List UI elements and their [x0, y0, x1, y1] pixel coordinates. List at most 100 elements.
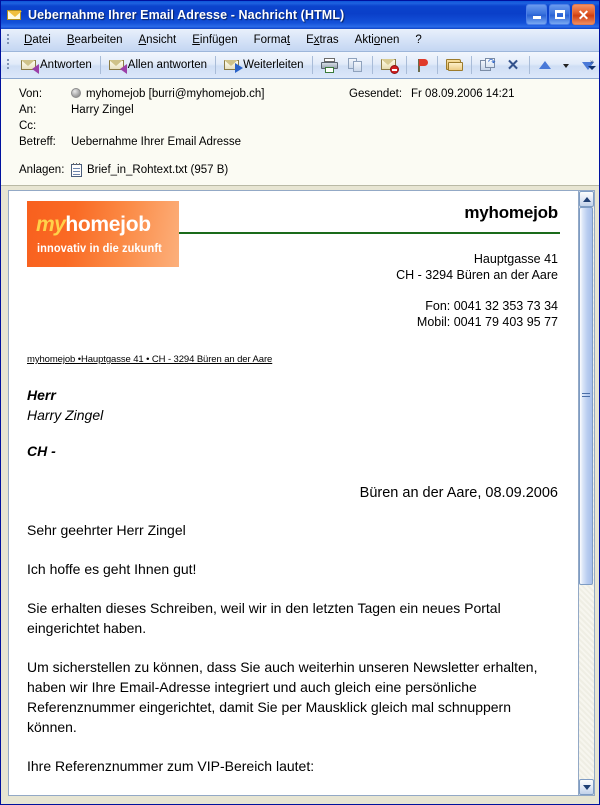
- recipient-name: Harry Zingel: [27, 407, 104, 423]
- mail-envelope-icon: [6, 7, 22, 23]
- flag-icon: [415, 58, 429, 73]
- reply-all-label: Allen antworten: [127, 59, 208, 71]
- logo-tagline: innovativ in die zukunft: [37, 241, 162, 255]
- toolbar-gripper[interactable]: [4, 57, 13, 73]
- toolbar-separator: [470, 56, 472, 74]
- toolbar-separator: [436, 56, 438, 74]
- sent-row: Gesendet: Fr 08.09.2006 14:21: [349, 88, 515, 100]
- flag-button[interactable]: [410, 54, 434, 76]
- menu-bar: Datei Bearbeiten Ansicht Einfügen Format…: [1, 29, 599, 52]
- company-address: Hauptgasse 41 CH - 3294 Büren an der Aar…: [179, 251, 560, 283]
- attachment-name[interactable]: Brief_in_Rohtext.txt (957 B): [87, 164, 228, 176]
- previous-item-icon: [538, 59, 552, 72]
- presence-icon: [71, 88, 81, 98]
- toolbar-separator: [405, 56, 407, 74]
- logo-word-my: my: [36, 213, 66, 236]
- reply-all-icon: [108, 58, 127, 74]
- toolbar-separator: [528, 56, 530, 74]
- toolbar: Antworten Allen antworten Weiterleiten ↷…: [1, 52, 599, 79]
- letterhead-right: myhomejob Hauptgasse 41 CH - 3294 Büren …: [179, 201, 560, 330]
- from-value[interactable]: myhomejob [burri@myhomejob.ch]: [71, 88, 265, 100]
- letter-paragraph: Ihre Referenznummer zum VIP-Bereich laut…: [27, 758, 315, 774]
- vertical-scrollbar[interactable]: [579, 190, 595, 796]
- menu-einfuegen[interactable]: Einfügen: [184, 31, 245, 49]
- menu-aktionen[interactable]: Aktionen: [347, 31, 408, 49]
- reply-label: Antworten: [40, 59, 92, 71]
- reply-all-button[interactable]: Allen antworten: [104, 54, 212, 76]
- move-to-folder-icon: ↷: [479, 57, 496, 73]
- chevron-down-icon: [562, 64, 569, 68]
- scroll-up-button[interactable]: [579, 191, 594, 207]
- recipient-salutation: Herr: [27, 387, 56, 403]
- reply-button[interactable]: Antworten: [16, 54, 97, 76]
- toolbar-overflow-button[interactable]: »: [586, 54, 598, 76]
- print-button[interactable]: [316, 54, 343, 76]
- return-address-line: myhomejob •Hauptgasse 41 • CH - 3294 Bür…: [27, 354, 273, 365]
- address-line-1: Hauptgasse 41: [473, 252, 558, 266]
- copy-button[interactable]: [343, 54, 369, 76]
- message-body-area: myhomejob innovativ in die zukunft myhom…: [1, 186, 599, 800]
- phone-line-2: Mobil: 0041 79 403 95 77: [416, 315, 558, 329]
- menu-datei[interactable]: Datei: [16, 31, 59, 49]
- window-title: Uebernahme Ihrer Email Adresse - Nachric…: [28, 8, 345, 22]
- copy-icon: [347, 57, 364, 73]
- toolbar-separator: [215, 56, 217, 74]
- letter-paragraph: Um sicherstellen zu können, dass Sie auc…: [27, 659, 538, 735]
- menu-help[interactable]: ?: [407, 31, 429, 49]
- letterhead: myhomejob innovativ in die zukunft myhom…: [27, 201, 560, 330]
- recipient-block: Herr Harry Zingel: [27, 385, 560, 425]
- cc-row: Cc:: [19, 120, 599, 136]
- brand-name: myhomejob: [464, 203, 558, 222]
- toolbar-separator: [311, 56, 313, 74]
- letter-paragraph: Sehr geehrter Herr Zingel: [27, 522, 186, 538]
- minimize-button[interactable]: [526, 4, 547, 25]
- subject-value: Uebernahme Ihrer Email Adresse: [71, 136, 242, 148]
- letter-paragraph: Sie erhalten dieses Schreiben, weil wir …: [27, 600, 501, 636]
- address-line-2: CH - 3294 Büren an der Aare: [396, 268, 558, 282]
- attachments-label: Anlagen:: [19, 164, 65, 176]
- print-icon: [320, 57, 338, 73]
- sent-value: Fr 08.09.2006 14:21: [411, 88, 515, 100]
- green-rule: [179, 232, 560, 234]
- forward-button[interactable]: Weiterleiten: [219, 54, 309, 76]
- scrollbar-thumb[interactable]: [579, 207, 593, 585]
- maximize-button[interactable]: [549, 4, 570, 25]
- status-strip: [1, 800, 599, 804]
- delete-button[interactable]: ✕: [501, 54, 526, 76]
- from-text: myhomejob [burri@myhomejob.ch]: [86, 88, 265, 100]
- forward-icon: [224, 58, 244, 73]
- menu-format[interactable]: Format: [246, 31, 298, 49]
- open-folder-icon: [445, 58, 463, 72]
- previous-item-button[interactable]: [533, 54, 557, 76]
- scroll-down-button[interactable]: [579, 779, 594, 795]
- cc-label: Cc:: [19, 120, 37, 132]
- block-sender-button[interactable]: [376, 54, 403, 76]
- delete-icon: ✕: [506, 56, 520, 74]
- scrollbar-track[interactable]: [579, 207, 594, 779]
- logo-word-homejob: homejob: [65, 213, 151, 236]
- window-controls: ✕: [526, 4, 595, 25]
- myhomejob-logo: myhomejob innovativ in die zukunft: [27, 201, 179, 267]
- letter-paragraph: Ich hoffe es geht Ihnen gut!: [27, 561, 197, 577]
- from-label: Von:: [19, 88, 43, 100]
- chevron-down-icon: [582, 784, 591, 790]
- menu-gripper[interactable]: [4, 32, 13, 48]
- recipient-country: CH -: [27, 443, 56, 459]
- previous-item-dropdown[interactable]: [557, 54, 576, 76]
- forward-label: Weiterleiten: [243, 59, 304, 71]
- menu-bearbeiten[interactable]: Bearbeiten: [59, 31, 131, 49]
- close-button[interactable]: ✕: [572, 4, 595, 25]
- sent-label: Gesendet:: [349, 88, 403, 100]
- letter-content: myhomejob innovativ in die zukunft myhom…: [9, 191, 578, 776]
- menu-extras[interactable]: Extras: [298, 31, 347, 49]
- reply-icon: [21, 58, 39, 74]
- title-bar: Uebernahme Ihrer Email Adresse - Nachric…: [1, 1, 599, 29]
- to-value[interactable]: Harry Zingel: [71, 104, 134, 116]
- menu-ansicht[interactable]: Ansicht: [131, 31, 185, 49]
- message-header: Von: myhomejob [burri@myhomejob.ch] An: …: [1, 79, 599, 186]
- thumb-grip-icon: [582, 392, 590, 399]
- open-folder-button[interactable]: [441, 54, 468, 76]
- to-row: An: Harry Zingel: [19, 104, 599, 120]
- message-body-pane: myhomejob innovativ in die zukunft myhom…: [8, 190, 579, 796]
- move-to-folder-button[interactable]: ↷: [475, 54, 501, 76]
